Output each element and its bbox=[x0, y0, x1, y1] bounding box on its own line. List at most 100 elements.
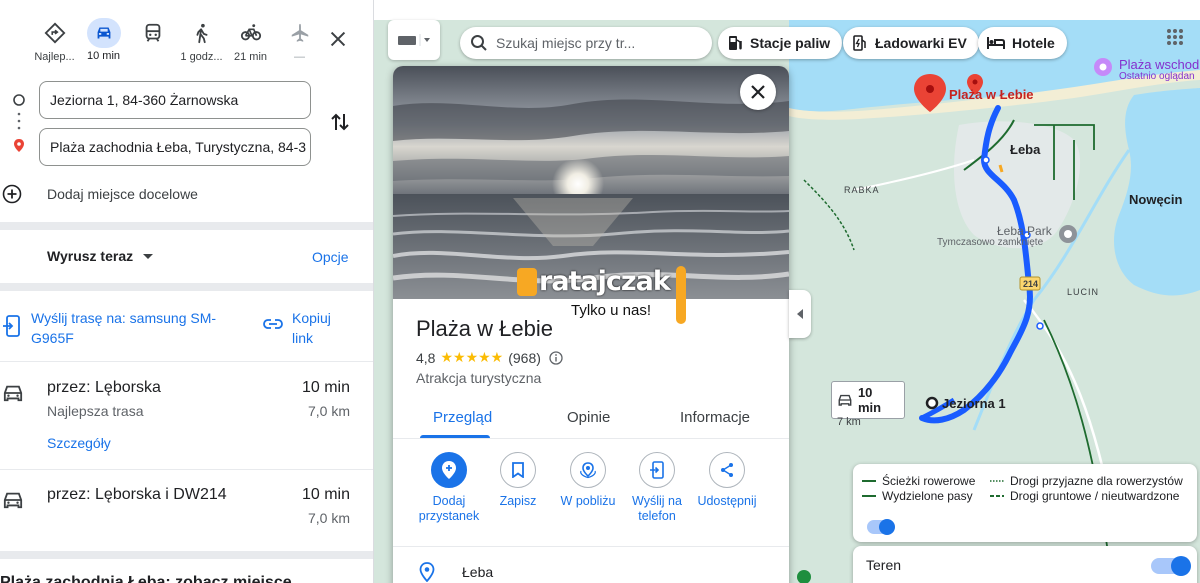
destination-input[interactable]: Plaża zachodnia Łeba, Turystyczna, 84-3 bbox=[39, 128, 311, 166]
rating-value: 4,8 bbox=[416, 349, 436, 366]
legend-swatch bbox=[862, 495, 876, 497]
add-circle-icon bbox=[2, 184, 22, 204]
map-label-plaza[interactable]: Plaża w Łebie bbox=[949, 87, 1034, 102]
route-option[interactable]: przez: Lęborska Najlepsza trasa 10 min 7… bbox=[0, 379, 373, 459]
chip-label: Ładowarki EV bbox=[875, 35, 967, 51]
mode-recommended[interactable]: Najlep... bbox=[30, 22, 79, 63]
travel-modes: Najlep... 10 min 1 godz... 21 min — bbox=[30, 18, 359, 68]
divider bbox=[0, 551, 373, 559]
map-label-rabka: RABKA bbox=[844, 185, 880, 195]
mode-flight[interactable]: — bbox=[275, 22, 324, 63]
route-subtitle: Najlepsza trasa bbox=[47, 403, 144, 419]
nearby-button[interactable]: W pobliżu bbox=[548, 452, 628, 509]
place-card: ratajczak Tylko u nas! Plaża w Łebie 4,8… bbox=[393, 66, 789, 583]
mode-label: 1 godz... bbox=[180, 51, 223, 63]
place-title: Plaża w Łebie bbox=[416, 316, 553, 341]
review-count[interactable]: (968) bbox=[508, 350, 541, 366]
keyboard-icon bbox=[398, 34, 430, 46]
divider bbox=[0, 283, 373, 291]
origin-input[interactable]: Jeziorna 1, 84-360 Żarnowska bbox=[39, 81, 311, 119]
save-button[interactable]: Zapisz bbox=[478, 452, 558, 509]
route-via: przez: Lęborska i DW214 bbox=[47, 486, 227, 503]
map-label-nowecin: Nowęcin bbox=[1129, 192, 1183, 207]
chip-hotels[interactable]: Hotele bbox=[978, 27, 1067, 59]
watermark-bar bbox=[676, 266, 686, 324]
destination-preview-heading[interactable]: Plaża zachodnia Łeba: zobacz miejsce bbox=[0, 574, 292, 583]
toggle-knob bbox=[879, 519, 895, 535]
mode-label: 21 min bbox=[233, 51, 268, 63]
route-time-label[interactable]: 10 min 7 km bbox=[831, 381, 905, 428]
copy-link-button[interactable]: Kopiuj link bbox=[292, 308, 352, 348]
close-card-button[interactable] bbox=[740, 74, 776, 110]
ev-charger-icon bbox=[853, 35, 866, 51]
dropdown-arrow-icon bbox=[143, 253, 154, 259]
send-route-link[interactable]: Wyślij trasę na: samsung SM-G965F bbox=[31, 308, 231, 348]
route-label-distance: 7 km bbox=[837, 416, 861, 428]
search-placeholder: Szukaj miejsc przy tr... bbox=[496, 35, 636, 51]
add-stop-button[interactable]: Dodaj przystanek bbox=[409, 452, 489, 524]
swap-icon[interactable] bbox=[329, 110, 351, 134]
mode-transit[interactable] bbox=[128, 22, 177, 51]
apps-grid-icon[interactable] bbox=[1166, 28, 1184, 46]
legend-label: Wydzielone pasy bbox=[882, 489, 973, 503]
share-button[interactable]: Udostępnij bbox=[687, 452, 767, 509]
divider bbox=[0, 469, 373, 470]
location-text: Łeba bbox=[462, 564, 494, 580]
mode-bike[interactable]: 21 min bbox=[226, 22, 275, 63]
waypoint-connector bbox=[13, 94, 25, 152]
bike-layer-toggle[interactable] bbox=[867, 519, 895, 535]
mode-car[interactable]: 10 min bbox=[79, 18, 128, 62]
car-icon bbox=[86, 18, 121, 48]
route-label-duration: 10 min bbox=[857, 385, 882, 415]
mode-label: 10 min bbox=[86, 50, 121, 62]
nearby-icon bbox=[570, 452, 606, 488]
chip-ev-chargers[interactable]: Ładowarki EV bbox=[843, 27, 979, 59]
add-stop-icon bbox=[431, 452, 467, 488]
place-photo[interactable] bbox=[393, 66, 789, 299]
add-destination-label: Dodaj miejsce docelowe bbox=[47, 186, 198, 202]
mode-walk[interactable]: 1 godz... bbox=[177, 22, 226, 63]
bookmark-icon bbox=[500, 452, 536, 488]
map-search-input[interactable]: Szukaj miejsc przy tr... bbox=[460, 27, 712, 59]
gas-station-icon bbox=[729, 36, 742, 50]
divider bbox=[0, 361, 373, 362]
route-via: przez: Lęborska bbox=[47, 379, 161, 396]
add-destination-button[interactable]: Dodaj miejsce docelowe bbox=[0, 181, 373, 207]
collapse-panel-button[interactable] bbox=[789, 290, 811, 338]
action-label: Dodaj przystanek bbox=[418, 494, 480, 523]
send-to-phone-button[interactable]: Wyślij na telefon bbox=[617, 452, 697, 524]
info-icon[interactable] bbox=[549, 350, 563, 365]
chip-gas-stations[interactable]: Stacje paliw bbox=[718, 27, 843, 59]
map-label-leba: Łeba bbox=[1010, 142, 1041, 157]
terrain-toggle[interactable] bbox=[1151, 556, 1191, 576]
mode-label: Najlep... bbox=[34, 51, 75, 63]
divider bbox=[0, 222, 373, 230]
map-top-strip bbox=[374, 0, 1200, 20]
chevron-left-icon bbox=[797, 309, 803, 319]
keyboard-button[interactable] bbox=[388, 20, 440, 60]
recommended-icon bbox=[44, 22, 66, 47]
watermark-mark bbox=[517, 268, 537, 296]
watermark-tagline: Tylko u nas! bbox=[571, 302, 652, 319]
location-pin-icon bbox=[419, 562, 435, 582]
legend-label: Drogi gruntowe / nieutwardzone bbox=[1010, 489, 1180, 503]
map-label-plaza-wschodnia[interactable]: Plaża wschod bbox=[1119, 57, 1199, 72]
share-icon bbox=[709, 452, 745, 488]
legend-item: Ścieżki rowerowe bbox=[862, 474, 975, 488]
location-row[interactable]: Łeba bbox=[419, 562, 493, 582]
close-icon[interactable] bbox=[327, 28, 349, 50]
walk-icon bbox=[191, 22, 213, 47]
tab-overview[interactable]: Przegląd bbox=[433, 409, 492, 426]
route-option[interactable]: przez: Lęborska i DW214 10 min 7,0 km bbox=[0, 486, 373, 536]
tab-about[interactable]: Informacje bbox=[680, 409, 750, 426]
place-category[interactable]: Atrakcja turystyczna bbox=[416, 370, 541, 386]
car-icon bbox=[3, 385, 23, 402]
link-icon bbox=[263, 319, 283, 329]
tab-reviews[interactable]: Opinie bbox=[567, 409, 610, 426]
depart-now-dropdown[interactable]: Wyrusz teraz bbox=[47, 248, 154, 264]
car-icon bbox=[838, 394, 852, 406]
map-label-leba-park[interactable]: Łeba Park bbox=[997, 224, 1052, 238]
chip-label: Hotele bbox=[1012, 35, 1055, 51]
options-button[interactable]: Opcje bbox=[312, 249, 349, 265]
route-details-link[interactable]: Szczegóły bbox=[47, 435, 111, 451]
